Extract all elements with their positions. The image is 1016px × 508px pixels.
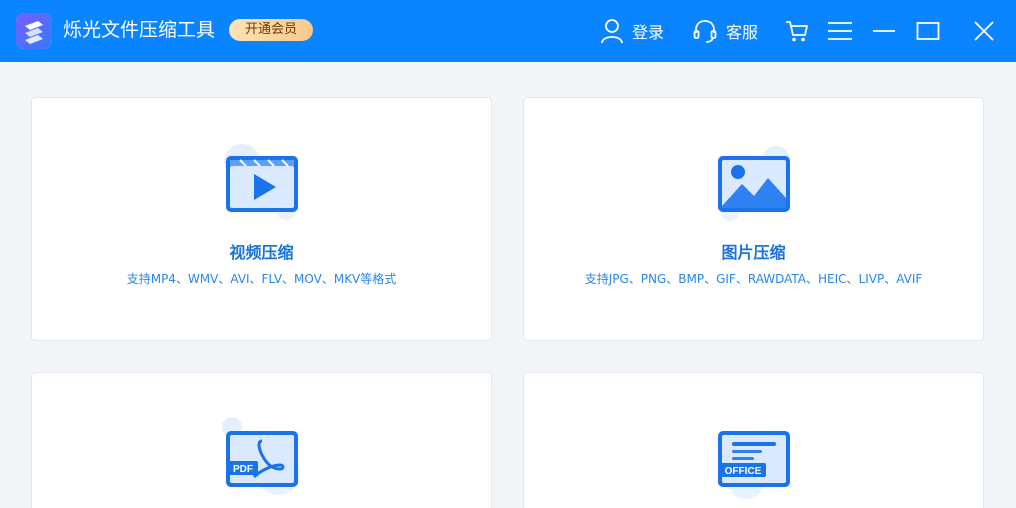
video-icon (218, 140, 308, 230)
title-bar: 烁光文件压缩工具 开通会员 登录 客服 (0, 0, 1016, 62)
app-title: 烁光文件压缩工具 (63, 19, 216, 41)
office-compress-card[interactable]: OFFICE (523, 372, 984, 508)
login-button[interactable]: 登录 (600, 16, 664, 46)
video-compress-card[interactable]: 视频压缩 支持MP4、WMV、AVI、FLV、MOV、MKV等格式 (31, 97, 492, 341)
image-icon (710, 140, 800, 230)
close-button[interactable] (969, 16, 999, 46)
maximize-icon (916, 22, 940, 40)
login-label: 登录 (632, 23, 665, 42)
vip-button[interactable]: 开通会员 (229, 19, 313, 41)
card-title: 图片压缩 (721, 243, 786, 262)
user-icon (601, 19, 623, 44)
office-badge: OFFICE (725, 466, 762, 477)
pdf-compress-card[interactable]: PDF (31, 372, 492, 508)
card-description: 支持MP4、WMV、AVI、FLV、MOV、MKV等格式 (126, 272, 397, 286)
cart-icon (786, 21, 808, 42)
office-icon: OFFICE (710, 413, 800, 503)
cart-button[interactable] (782, 16, 812, 46)
close-icon (974, 21, 994, 41)
pdf-badge: PDF (233, 464, 253, 475)
menu-icon (828, 22, 852, 40)
minimize-button[interactable] (869, 16, 899, 46)
service-label: 客服 (726, 23, 759, 42)
minimize-icon (873, 30, 895, 32)
pdf-icon: PDF (218, 413, 308, 503)
customer-service-button[interactable]: 客服 (692, 16, 758, 46)
maximize-button[interactable] (913, 16, 943, 46)
image-compress-card[interactable]: 图片压缩 支持JPG、PNG、BMP、GIF、RAWDATA、HEIC、LIVP… (523, 97, 984, 341)
menu-button[interactable] (825, 16, 855, 46)
app-logo-icon (16, 13, 52, 49)
card-title: 视频压缩 (229, 243, 294, 262)
card-description: 支持JPG、PNG、BMP、GIF、RAWDATA、HEIC、LIVP、AVIF (584, 272, 923, 286)
headset-icon (693, 20, 717, 43)
